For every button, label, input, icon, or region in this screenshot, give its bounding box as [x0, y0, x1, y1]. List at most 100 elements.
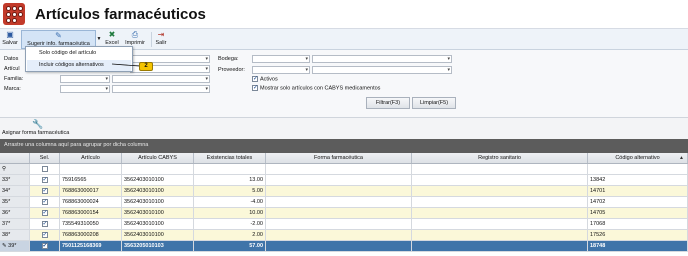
cell-sel[interactable]: [30, 197, 60, 207]
cell-cabys[interactable]: 3563205010103: [122, 241, 194, 251]
cell-registro[interactable]: [412, 208, 588, 218]
cell-registro[interactable]: [412, 241, 588, 251]
col-header-rownum[interactable]: [0, 153, 30, 163]
cell-articulo[interactable]: 768863000017: [60, 186, 122, 196]
cell-sel[interactable]: [30, 219, 60, 229]
cell-alt[interactable]: 13842: [588, 175, 688, 185]
filter-cabys-cell[interactable]: [122, 164, 194, 174]
cell-sel[interactable]: [30, 208, 60, 218]
cell-forma[interactable]: [266, 186, 412, 196]
floppy-disk-icon: ▣: [6, 30, 14, 39]
menu-item-include-alt-codes[interactable]: Incluir códigos alternativos: [27, 60, 131, 71]
proveedor-detail-combo[interactable]: ▾: [312, 66, 452, 74]
cell-articulo[interactable]: 7501125168369: [60, 241, 122, 251]
group-by-hint: Arrastre una columna aquí para agrupar p…: [4, 142, 149, 148]
cell-cabys[interactable]: 3562403010100: [122, 175, 194, 185]
cell-forma[interactable]: [266, 175, 412, 185]
checkbox-checked-icon: [41, 242, 48, 250]
col-header-sel[interactable]: Sel.: [30, 153, 60, 163]
table-row[interactable]: 35* 7688630000243562403010100-4.00 14702: [0, 197, 688, 208]
articles-grid: Sel. Artículo Artículo CABYS Existencias…: [0, 153, 688, 256]
cell-registro[interactable]: [412, 197, 588, 207]
cell-sel[interactable]: [30, 230, 60, 240]
cell-alt[interactable]: 17526: [588, 230, 688, 240]
table-row[interactable]: 36* 768863000154356240301010010.00 14705: [0, 208, 688, 219]
chevron-down-icon: ▾: [205, 86, 208, 92]
col-header-articulo[interactable]: Artículo: [60, 153, 122, 163]
activos-checkbox[interactable]: Activos: [252, 75, 278, 83]
table-row[interactable]: 34* 76886300001735624030101005.00 14701: [0, 186, 688, 197]
cell-forma[interactable]: [266, 208, 412, 218]
annotation-badge-2: 2: [139, 62, 153, 71]
cell-articulo[interactable]: 735549310050: [60, 219, 122, 229]
cell-cabys[interactable]: 3562403010100: [122, 186, 194, 196]
filter-articulo-cell[interactable]: [60, 164, 122, 174]
cell-cabys[interactable]: 3562403010100: [122, 197, 194, 207]
cell-forma[interactable]: [266, 219, 412, 229]
cell-registro[interactable]: [412, 230, 588, 240]
cell-cabys[interactable]: 3562403010100: [122, 219, 194, 229]
filter-existencias-cell[interactable]: [194, 164, 266, 174]
col-header-codigo-alternativo[interactable]: Código alternativo ▲: [588, 153, 688, 163]
cell-alt[interactable]: 14705: [588, 208, 688, 218]
table-row[interactable]: ✎ 39* 7501125168369356320501010357.00 1874…: [0, 241, 688, 252]
cabys-checkbox[interactable]: Mostrar solo artículos con CABYS medicam…: [252, 84, 380, 92]
menu-item-only-article-code[interactable]: Solo código del artículo: [27, 48, 131, 59]
bodega-detail-combo[interactable]: ▾: [312, 55, 452, 63]
cell-alt[interactable]: 14701: [588, 186, 688, 196]
cell-exist[interactable]: 13.00: [194, 175, 266, 185]
proveedor-combo[interactable]: ▾: [252, 66, 310, 74]
familia-combo[interactable]: ▾: [60, 75, 110, 83]
filter-row-icon-cell: ⚲: [0, 164, 30, 174]
cell-rn: 38*: [0, 230, 30, 240]
familia-detail-combo[interactable]: ▾: [112, 75, 210, 83]
cell-articulo[interactable]: 768863000154: [60, 208, 122, 218]
activos-checkbox-label: Activos: [260, 76, 278, 83]
articulo-label: Artícul: [4, 66, 20, 72]
group-by-panel[interactable]: Arrastre una columna aquí para agrupar p…: [0, 139, 688, 153]
cell-cabys[interactable]: 3562403010100: [122, 230, 194, 240]
clear-button[interactable]: Limpiar(F5): [412, 97, 456, 109]
save-button[interactable]: ▣ Salvar: [0, 30, 20, 49]
cell-forma[interactable]: [266, 230, 412, 240]
cell-alt[interactable]: 14702: [588, 197, 688, 207]
cell-forma[interactable]: [266, 241, 412, 251]
cell-articulo[interactable]: 768863000024: [60, 197, 122, 207]
chevron-down-icon: ▼: [96, 36, 102, 42]
exit-button[interactable]: ⇥ Salir: [153, 30, 169, 49]
cell-registro[interactable]: [412, 175, 588, 185]
cell-exist[interactable]: 57.00: [194, 241, 266, 251]
cell-exist[interactable]: 2.00: [194, 230, 266, 240]
cell-alt[interactable]: 18748: [588, 241, 688, 251]
cell-exist[interactable]: 5.00: [194, 186, 266, 196]
save-button-label: Salvar: [2, 40, 18, 46]
cell-registro[interactable]: [412, 186, 588, 196]
cell-exist[interactable]: -4.00: [194, 197, 266, 207]
cell-exist[interactable]: 10.00: [194, 208, 266, 218]
col-header-forma[interactable]: Forma farmacéutica: [266, 153, 412, 163]
filter-alt-cell[interactable]: [588, 164, 688, 174]
table-row[interactable]: 33* 75916565356240301010013.00 13842: [0, 175, 688, 186]
filter-forma-cell[interactable]: [266, 164, 412, 174]
cell-sel[interactable]: [30, 186, 60, 196]
cell-exist[interactable]: -2.00: [194, 219, 266, 229]
table-row[interactable]: 38* 76886300020835624030101002.00 17526: [0, 230, 688, 241]
marca-detail-combo[interactable]: ▾: [112, 85, 210, 93]
cell-alt[interactable]: 17068: [588, 219, 688, 229]
cell-articulo[interactable]: 75916565: [60, 175, 122, 185]
cell-sel[interactable]: [30, 175, 60, 185]
cell-articulo[interactable]: 768863000208: [60, 230, 122, 240]
cell-sel[interactable]: [30, 241, 60, 251]
marca-combo[interactable]: ▾: [60, 85, 110, 93]
bodega-combo[interactable]: ▾: [252, 55, 310, 63]
col-header-existencias[interactable]: Existencias totales: [194, 153, 266, 163]
cell-registro[interactable]: [412, 219, 588, 229]
cell-cabys[interactable]: 3562403010100: [122, 208, 194, 218]
table-row[interactable]: 37* 7355493100503562403010100-2.00 17068: [0, 219, 688, 230]
cell-forma[interactable]: [266, 197, 412, 207]
filter-sel-cell[interactable]: [30, 164, 60, 174]
filter-button[interactable]: Filtrar(F3): [366, 97, 410, 109]
filter-registro-cell[interactable]: [412, 164, 588, 174]
col-header-articulo-cabys[interactable]: Artículo CABYS: [122, 153, 194, 163]
col-header-registro[interactable]: Registro sanitario: [412, 153, 588, 163]
